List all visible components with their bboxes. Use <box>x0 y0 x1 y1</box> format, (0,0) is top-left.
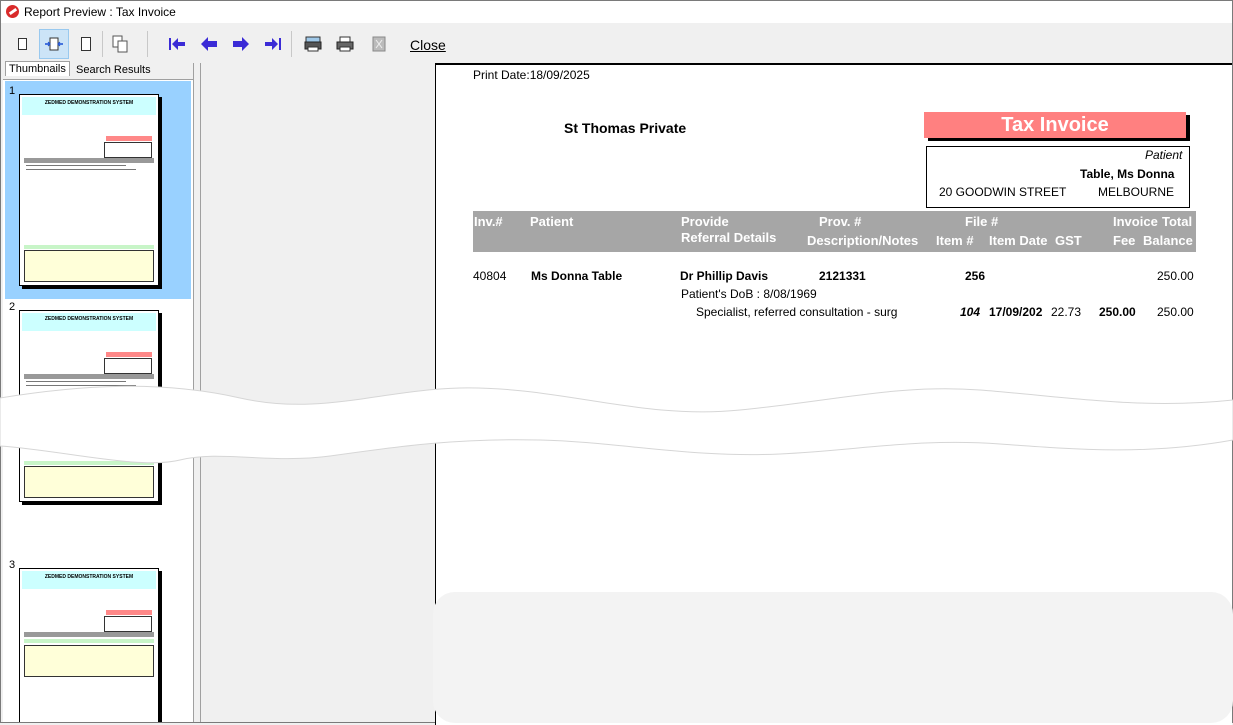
first-page-icon <box>169 38 185 50</box>
print-date: Print Date:18/09/2025 <box>473 68 590 82</box>
last-page-icon <box>265 38 281 50</box>
row-description: Specialist, referred consultation - surg <box>696 305 898 319</box>
header-item-date: Item Date <box>989 233 1048 248</box>
row-balance: 250.00 <box>1157 305 1194 319</box>
header-gst: GST <box>1055 233 1082 248</box>
header-total: Total <box>1162 214 1193 229</box>
toolbar-separator <box>147 31 148 57</box>
last-page-button[interactable] <box>258 29 288 59</box>
header-fee: Fee <box>1113 233 1136 248</box>
next-page-button[interactable] <box>226 29 256 59</box>
toolbar: Close <box>1 23 1232 63</box>
patient-label: Patient <box>1145 148 1183 162</box>
app-logo-icon <box>6 5 19 18</box>
header-prov-no: Prov. # <box>819 214 862 229</box>
print-setup-button[interactable] <box>298 29 328 59</box>
patient-name: Table, Ms Donna <box>1080 167 1175 181</box>
multi-page-icon <box>112 35 128 53</box>
tab-search-results[interactable]: Search Results <box>73 63 154 78</box>
row-file-no: 256 <box>965 269 986 283</box>
tab-thumbnails[interactable]: Thumbnails <box>5 61 70 76</box>
thumbnail-number: 3 <box>9 559 16 571</box>
row-dob: Patient's DoB : 8/08/1969 <box>681 287 817 301</box>
panel-tabs: Thumbnails Search Results <box>3 61 193 80</box>
row-total: 250.00 <box>1157 269 1194 283</box>
row-item-no: 104 <box>960 305 981 319</box>
single-page-view-button[interactable] <box>7 29 37 59</box>
printer-icon <box>336 36 354 52</box>
header-file-no: File # <box>965 214 999 229</box>
thumbnail-header: ZEDMED DEMONSTRATION SYSTEM <box>22 313 156 331</box>
thumbnail-header: ZEDMED DEMONSTRATION SYSTEM <box>22 97 156 115</box>
close-button[interactable]: Close <box>410 37 446 53</box>
multi-page-view-button[interactable] <box>106 29 136 59</box>
header-invoice: Invoice <box>1113 214 1158 229</box>
full-page-icon <box>81 37 91 51</box>
thumbnail-heading: ZEDMED DEMONSTRATION SYSTEM <box>44 316 134 322</box>
print-button[interactable] <box>330 29 360 59</box>
row-provider: Dr Phillip Davis <box>680 269 769 283</box>
row-inv: 40804 <box>473 269 507 283</box>
next-page-icon <box>233 37 249 51</box>
toolbar-separator <box>102 31 103 57</box>
row-gst: 22.73 <box>1051 305 1082 319</box>
thumbnail-number: 2 <box>9 301 16 313</box>
single-page-icon <box>17 38 27 50</box>
thumbnail-header: ZEDMED DEMONSTRATION SYSTEM <box>22 571 156 589</box>
thumbnail-page-1[interactable]: ZEDMED DEMONSTRATION SYSTEM <box>19 94 159 286</box>
page-height-view-button[interactable] <box>71 29 101 59</box>
thumbnail-heading: ZEDMED DEMONSTRATION SYSTEM <box>44 100 134 106</box>
window-title: Report Preview : Tax Invoice <box>24 5 176 19</box>
row-patient: Ms Donna Table <box>531 269 623 283</box>
previous-page-icon <box>201 37 217 51</box>
printer-setup-icon <box>304 36 322 52</box>
header-inv: Inv.# <box>474 214 503 229</box>
thumbnail-heading: ZEDMED DEMONSTRATION SYSTEM <box>44 574 134 580</box>
header-balance: Balance <box>1143 233 1193 248</box>
first-page-button[interactable] <box>162 29 192 59</box>
title-bar: Report Preview : Tax Invoice <box>1 1 1232 23</box>
tax-invoice-banner: Tax Invoice <box>924 112 1186 138</box>
export-button[interactable] <box>364 29 394 59</box>
header-patient: Patient <box>530 214 574 229</box>
row-prov-no: 2121331 <box>819 269 866 283</box>
thumbnail-page-3[interactable]: ZEDMED DEMONSTRATION SYSTEM <box>19 568 159 722</box>
page-width-icon <box>45 37 63 51</box>
header-referral: Referral Details <box>681 230 777 245</box>
page-fade-region <box>433 592 1233 723</box>
export-icon <box>372 36 386 52</box>
toolbar-separator <box>291 31 292 57</box>
torn-edge-overlay <box>0 385 1233 464</box>
thumbnail-number: 1 <box>9 85 16 97</box>
header-provide: Provide <box>681 214 729 229</box>
page-width-view-button[interactable] <box>39 29 69 59</box>
patient-city: MELBOURNE <box>1098 185 1175 199</box>
header-description: Description/Notes <box>807 233 919 248</box>
row-item-date: 17/09/202 <box>989 305 1043 319</box>
patient-street: 20 GOODWIN STREET <box>939 185 1067 199</box>
practice-name: St Thomas Private <box>564 120 687 136</box>
previous-page-button[interactable] <box>194 29 224 59</box>
header-item-no: Item # <box>936 233 974 248</box>
row-fee: 250.00 <box>1099 305 1136 319</box>
